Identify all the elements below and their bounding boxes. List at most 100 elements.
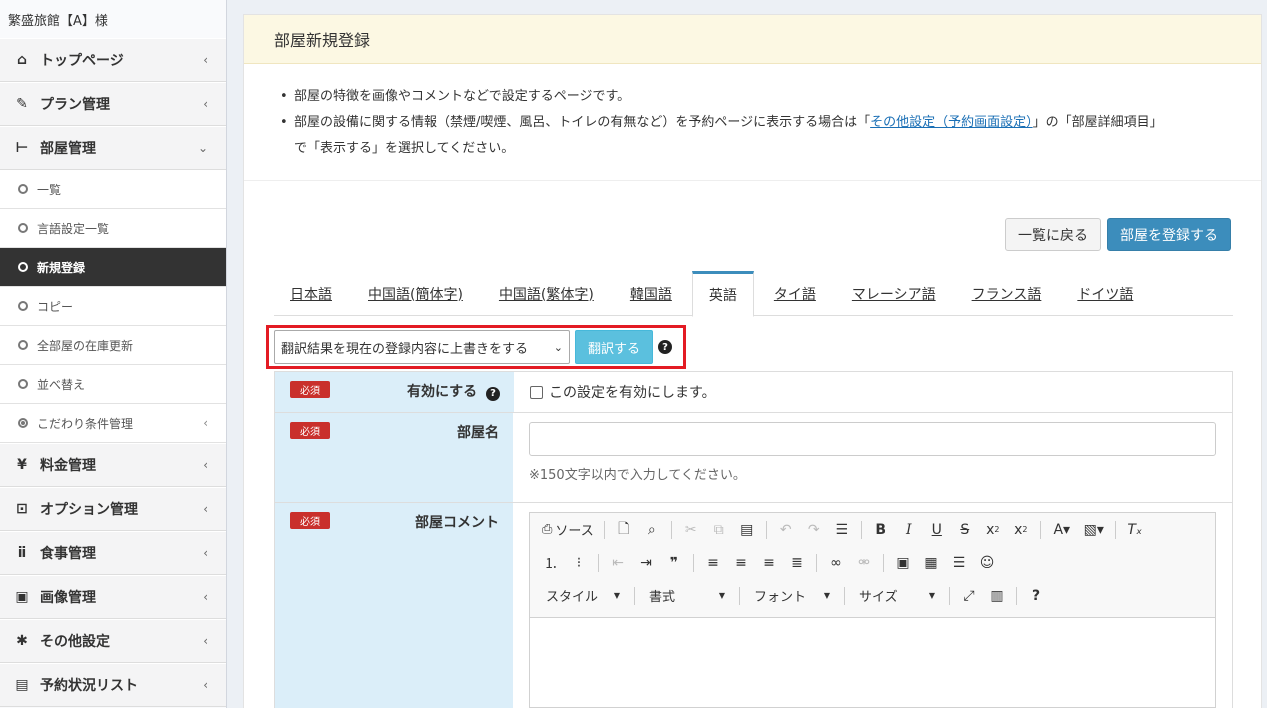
source-button[interactable]: ⎙ ソース [538,518,598,542]
sidebar-item[interactable]: ⅱ 食事管理 ‹ [0,531,226,575]
chevron-down-icon: ⌄ [553,340,563,354]
language-tab[interactable]: 日本語 [274,271,348,316]
help-icon[interactable]: ? [1023,584,1049,608]
style-combo[interactable]: スタイル ▼ [538,584,628,608]
horizontal-line-icon[interactable]: ☰ [946,551,972,575]
enable-checkbox[interactable] [530,385,543,399]
select-all-icon[interactable]: ☰ [829,518,855,542]
strikethrough-icon[interactable]: S [952,518,978,542]
size-combo-label: サイズ [859,590,898,605]
sidebar-item[interactable]: ✎ プラン管理 ‹ [0,82,226,126]
paste-icon[interactable]: ▤ [734,518,760,542]
sidebar: 繁盛旅館【A】様 ⌂ トップページ ‹ ✎ プラン管理 ‹ ⊢ 部屋管理 ⌄ 一覧 言語設定一覧 新規… [0,0,227,708]
sidebar-subitem[interactable]: 新規登録 [0,248,226,287]
background-color-icon[interactable]: ▧▾ [1079,518,1109,542]
align-center-icon[interactable]: ≡ [728,551,754,575]
image-icon[interactable]: ▣ [890,551,916,575]
sidebar-subitem[interactable]: コピー [0,287,226,326]
numbered-list-icon[interactable]: ⒈ [538,551,564,575]
circle-icon [18,223,28,233]
sidebar-item[interactable]: ▣ 画像管理 ‹ [0,575,226,619]
room-name-input[interactable] [529,422,1216,456]
new-page-icon[interactable]: 🗋 [611,518,637,542]
align-left-icon[interactable]: ≡ [700,551,726,575]
language-tab[interactable]: ドイツ語 [1061,271,1149,316]
room-comment-row: 必須 部屋コメント ⎙ ソース 🗋 ⌕ ✂ ⧉ ▤ ↶ ↷ ☰ B I U S … [275,503,1232,708]
help-icon[interactable]: ? [486,386,500,401]
chevron-icon: ‹ [203,53,208,67]
sidebar-item[interactable]: ⊢ 部屋管理 ⌄ [0,126,226,170]
sidebar-subitem[interactable]: 全部屋の在庫更新 [0,326,226,365]
language-tab[interactable]: 中国語(簡体字) [352,271,479,316]
back-to-list-button[interactable]: 一覧に戻る [1005,218,1101,251]
cut-icon[interactable]: ✂ [678,518,704,542]
editor-content-area[interactable] [530,617,1215,707]
circle-icon [18,379,28,389]
language-tab[interactable]: タイ語 [758,271,832,316]
language-tab[interactable]: 韓国語 [614,271,688,316]
caret-down-icon: ▼ [718,591,725,600]
chevron-icon: ⌄ [197,141,208,155]
editor-toolbar-row-1: ⎙ ソース 🗋 ⌕ ✂ ⧉ ▤ ↶ ↷ ☰ B I U S x 2 x 2 A▾… [530,513,1215,546]
sidebar-item[interactable]: ¥ 料金管理 ‹ [0,443,226,487]
emoji-icon[interactable]: ☺ [974,551,1000,575]
toolbar-separator [603,520,605,539]
underline-icon[interactable]: U [924,518,950,542]
align-right-icon[interactable]: ≡ [756,551,782,575]
enable-label: 有効にする [406,384,478,400]
other-settings-link[interactable]: その他設定（予約画面設定） [870,115,1033,130]
help-icon[interactable]: ? [658,340,673,354]
sidebar-subitem[interactable]: 並べ替え [0,365,226,404]
bulleted-list-icon[interactable]: ⁝ [566,551,592,575]
editor-toolbar-row-3: スタイル ▼ 書式 ▼ フォント ▼ サイズ ▼ ⤢ ▥ ? [530,579,1215,612]
sidebar-item[interactable]: ▤ 予約状況リスト ‹ [0,663,226,707]
redo-icon[interactable]: ↷ [801,518,827,542]
font-combo-label: フォント [754,590,807,605]
text-color-icon[interactable]: A▾ [1047,518,1077,542]
sidebar-item[interactable]: ⌂ トップページ ‹ [0,38,226,82]
justify-icon[interactable]: ≣ [784,551,810,575]
info-line-1: 部屋の特徴を画像やコメントなどで設定するページです。 [280,84,1231,110]
register-room-button[interactable]: 部屋を登録する [1107,218,1231,251]
sidebar-item-label: 画像管理 [40,590,96,606]
sidebar-item[interactable]: ⊡ オプション管理 ‹ [0,487,226,531]
italic-icon[interactable]: I [896,518,922,542]
language-tab[interactable]: 中国語(繁体字) [483,271,610,316]
bold-icon[interactable]: B [868,518,894,542]
caret-down-icon: ▼ [823,591,830,600]
language-tab[interactable]: フランス語 [956,271,1058,316]
indent-icon[interactable]: ⇥ [633,551,659,575]
language-tab[interactable]: 英語 [691,271,754,317]
format-combo[interactable]: 書式 ▼ [641,584,733,608]
sidebar-subitem[interactable]: こだわり条件管理 ‹ [0,404,226,443]
sidebar-subitem[interactable]: 言語設定一覧 [0,209,226,248]
outdent-icon[interactable]: ⇤ [605,551,631,575]
preview-icon[interactable]: ⌕ [639,518,665,542]
font-combo[interactable]: フォント ▼ [746,584,838,608]
blockquote-icon[interactable]: ❞ [661,551,687,575]
sidebar-subitem[interactable]: 一覧 [0,170,226,209]
show-blocks-icon[interactable]: ▥ [984,584,1010,608]
unlink-icon[interactable]: ⚮ [851,551,877,575]
translate-button[interactable]: 翻訳する [575,330,654,364]
subscript-icon[interactable]: x2 [980,518,1006,542]
undo-icon[interactable]: ↶ [773,518,799,542]
copy-icon[interactable]: ⧉ [706,518,732,542]
sidebar-item[interactable]: ✱ その他設定 ‹ [0,619,226,663]
translate-mode-select[interactable]: 翻訳結果を現在の登録内容に上書きをする ⌄ [274,330,570,364]
chevron-icon: ‹ [203,678,208,692]
remove-format-icon[interactable]: Tₓ [1122,518,1148,542]
sidebar-subitem-label: 全部屋の在庫更新 [37,338,134,353]
action-buttons: 一覧に戻る 部屋を登録する [1005,218,1231,251]
page-title: 部屋新規登録 [244,15,1261,64]
link-icon[interactable]: ∞ [823,551,849,575]
room-name-label-cell: 必須 部屋名 [275,413,513,502]
maximize-icon[interactable]: ⤢ [956,584,982,608]
source-label: ソース [555,524,594,539]
cutlery-icon: ⅱ [17,545,27,561]
info-line-2-tail: 」の「部屋詳細項目」 [1032,115,1163,130]
table-icon[interactable]: ▦ [918,551,944,575]
language-tab[interactable]: マレーシア語 [836,271,952,316]
size-combo[interactable]: サイズ ▼ [851,584,943,608]
superscript-icon[interactable]: x2 [1008,518,1034,542]
